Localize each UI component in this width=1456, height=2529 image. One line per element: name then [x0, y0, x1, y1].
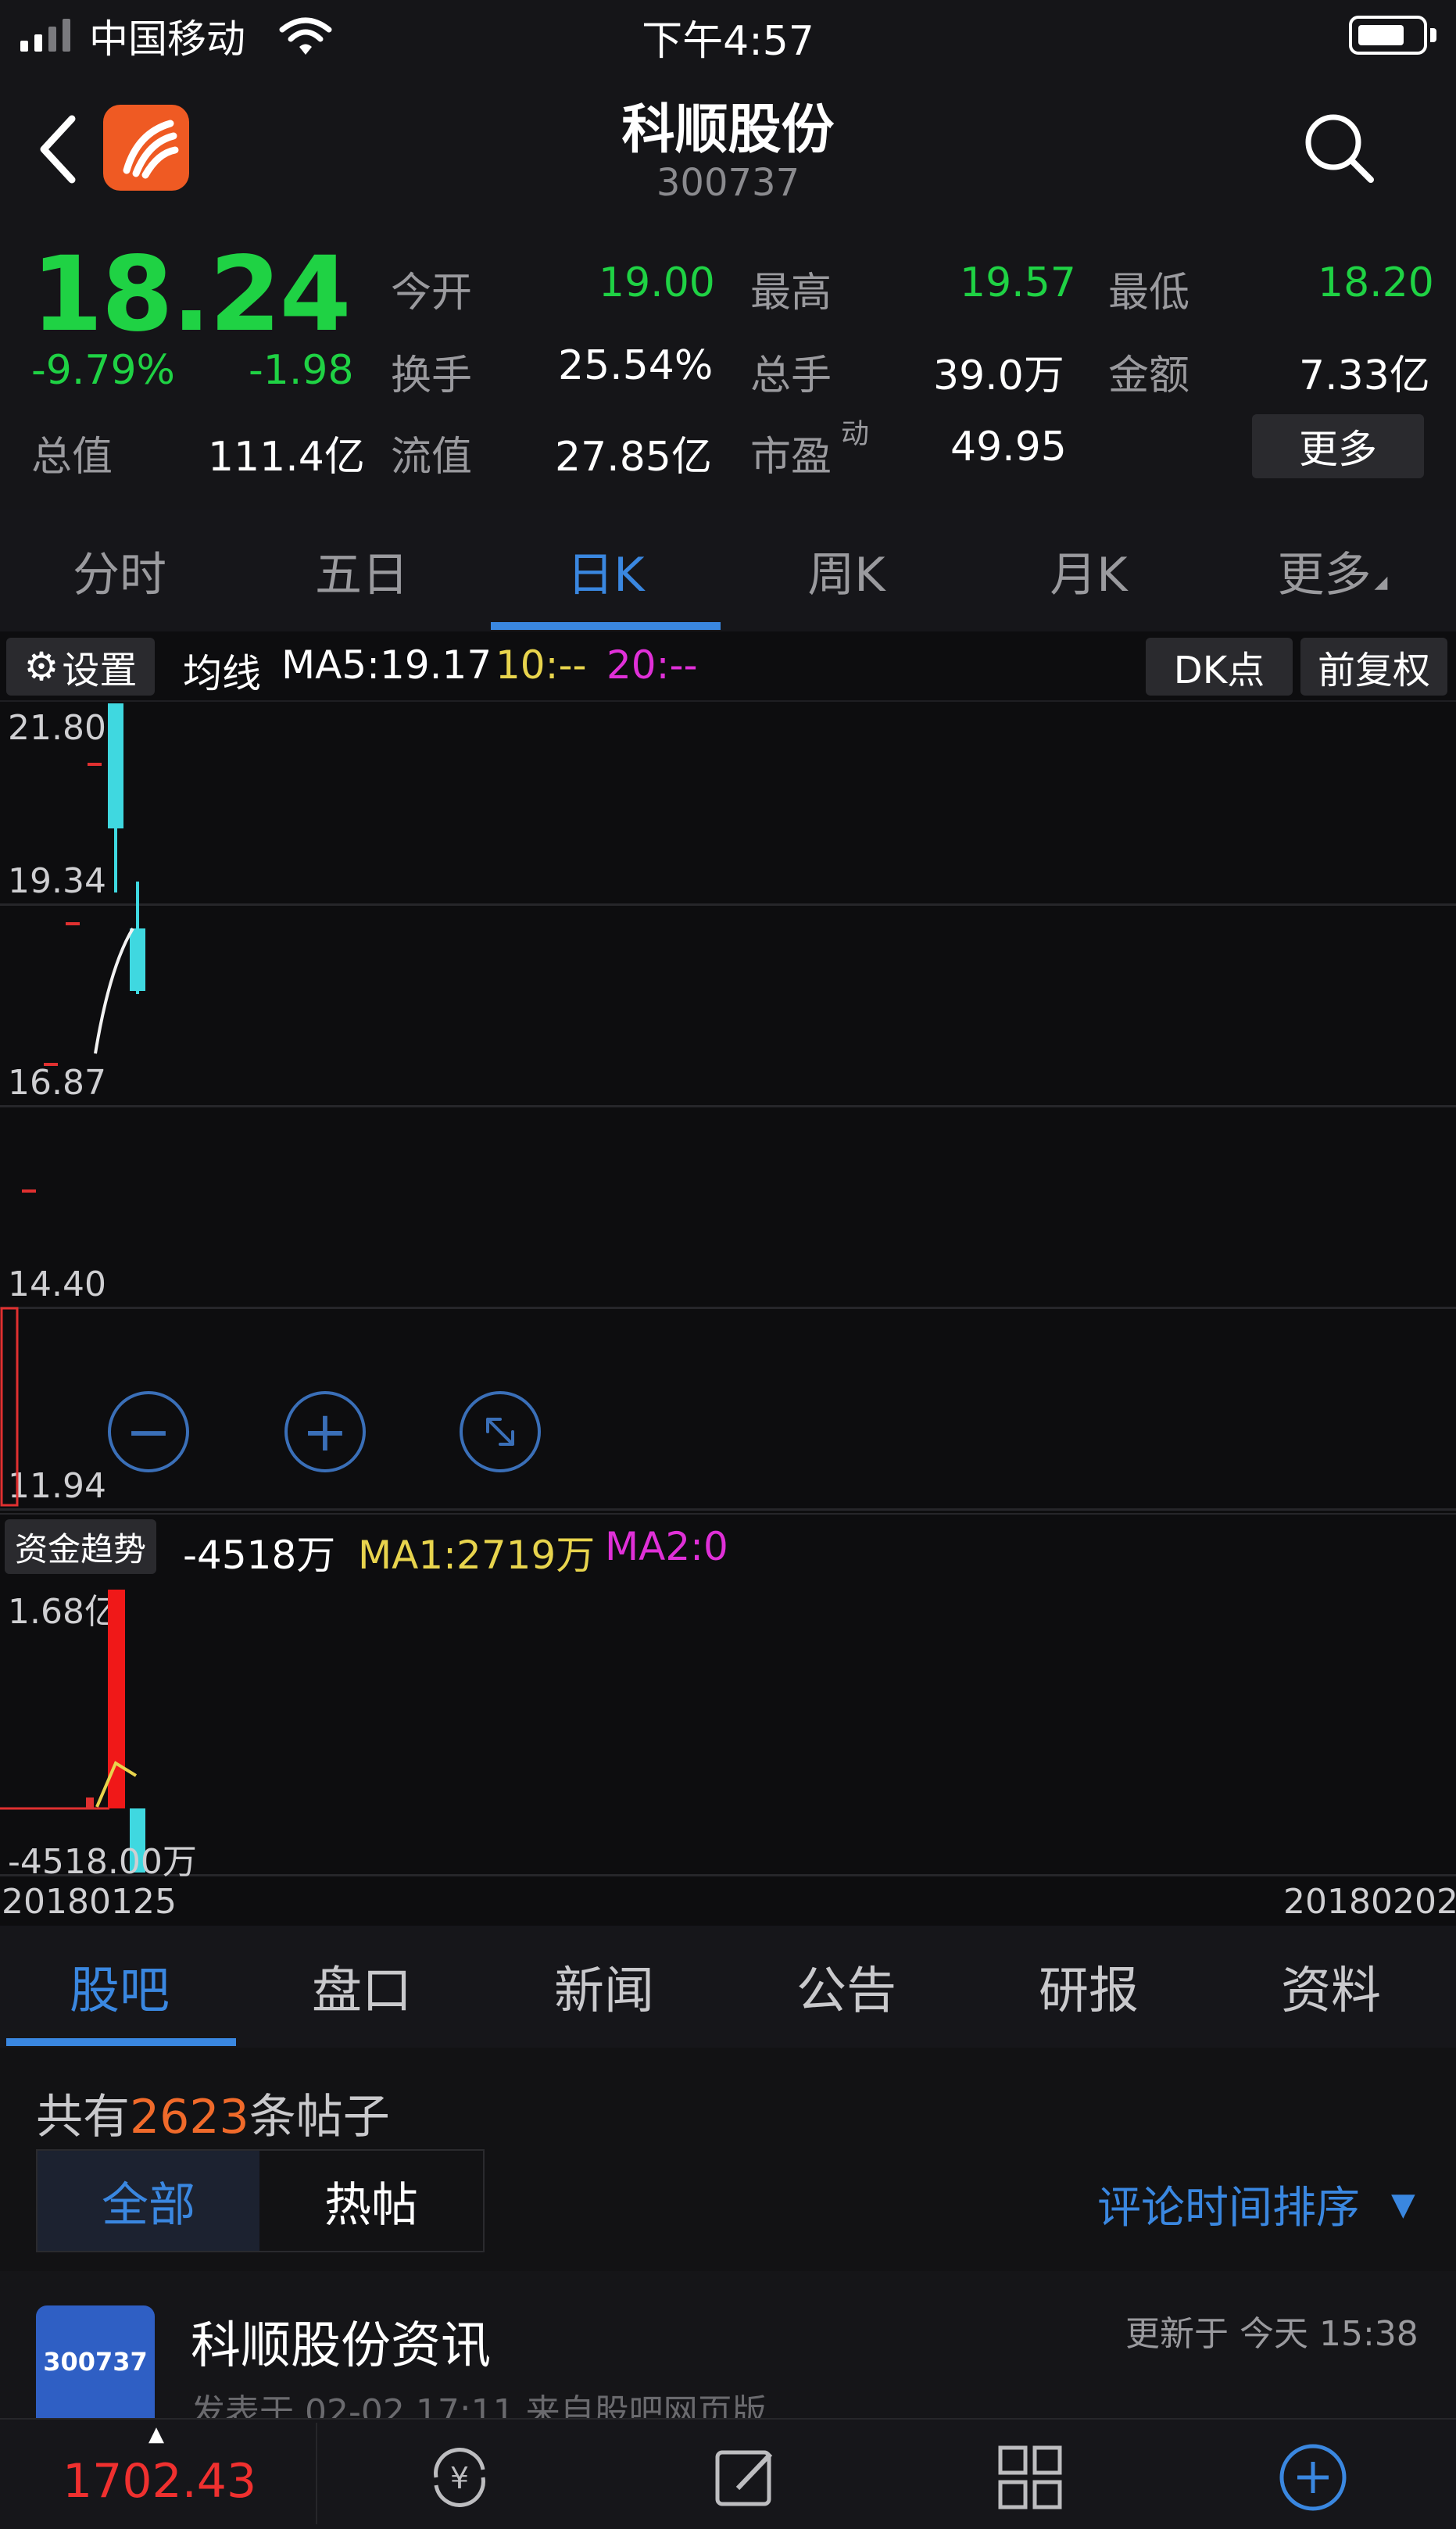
post-stock-logo: 300737 — [36, 2305, 155, 2418]
minus-icon: − — [125, 1400, 172, 1464]
current-price: 18.24 — [31, 234, 352, 355]
trade-icon[interactable]: ¥ — [420, 2438, 499, 2516]
filter-all[interactable]: 全部 — [38, 2151, 259, 2251]
fullscreen-button[interactable] — [460, 1391, 541, 1472]
float-label: 流值 — [391, 434, 473, 481]
post-count-prefix: 共有 — [36, 2090, 130, 2144]
turnover-value: 25.54% — [558, 342, 714, 389]
battery-icon — [1349, 16, 1427, 55]
zoom-in-button[interactable]: + — [284, 1391, 366, 1472]
tab-daily-k[interactable]: 日K — [491, 510, 721, 631]
post-update-time: 更新于 今天 15:38 — [1125, 2314, 1418, 2354]
volume-label: 总手 — [750, 352, 832, 399]
chart-period-tabs: 分时 五日 日K 周K 月K 更多 ◢ — [0, 510, 1456, 631]
nav-divider — [316, 2423, 317, 2524]
fund-ma2: MA2:0 — [605, 1524, 728, 1569]
post-count: 共有2623条帖子 — [36, 2079, 390, 2147]
gear-icon: ⚙ — [23, 644, 59, 689]
tab-forum[interactable]: 股吧 — [0, 1926, 239, 2048]
stock-name: 科顺股份 — [621, 99, 835, 161]
more-quote-button[interactable]: 更多 — [1252, 414, 1424, 478]
volume-value: 39.0万 — [933, 352, 1064, 399]
selection-marker — [0, 1307, 19, 1507]
settings-label: 设置 — [62, 649, 138, 692]
tab-profile[interactable]: 资料 — [1211, 1926, 1451, 2048]
fund-ma1: MA1:2719万 — [358, 1533, 596, 1578]
mktcap-value: 111.4亿 — [208, 434, 365, 481]
fund-bar — [86, 1797, 94, 1808]
post-count-suffix: 条帖子 — [249, 2090, 390, 2144]
post-filter-segment: 全部 热帖 — [36, 2149, 485, 2252]
high-label: 最高 — [750, 270, 832, 317]
ma20-value: 20:-- — [606, 642, 698, 688]
amount-label: 金额 — [1108, 352, 1190, 399]
high-value: 19.57 — [960, 259, 1076, 306]
fund-bars — [0, 1590, 145, 1873]
adjust-mode-button[interactable]: 前复权 — [1300, 638, 1447, 696]
turnover-label: 换手 — [391, 352, 473, 399]
battery-tip — [1430, 28, 1436, 42]
tab-more-label: 更多 — [1277, 547, 1372, 603]
change-percent: -9.79% — [31, 347, 175, 394]
amount-value: 7.33亿 — [1299, 352, 1430, 399]
low-value: 18.20 — [1318, 259, 1434, 306]
compose-icon[interactable] — [707, 2438, 785, 2516]
fund-bottom-label: -4518.00万 — [8, 1842, 197, 1882]
tab-intraday[interactable]: 分时 — [0, 510, 239, 631]
post-title: 科顺股份资讯 — [191, 2317, 491, 2375]
expand-icon — [486, 1418, 514, 1446]
info-tabs: 股吧 盘口 新闻 公告 研报 资料 — [0, 1926, 1456, 2048]
tab-five-day[interactable]: 五日 — [242, 510, 481, 631]
ma5-value: MA5:19.17 — [281, 642, 492, 688]
tab-more[interactable]: 更多 ◢ — [1219, 510, 1446, 631]
float-value: 27.85亿 — [555, 434, 712, 481]
index-value[interactable]: 1702.43 — [63, 2454, 256, 2509]
tab-weekly-k[interactable]: 周K — [727, 510, 966, 631]
zoom-out-button[interactable]: − — [108, 1391, 189, 1472]
pe-value: 49.95 — [950, 424, 1067, 470]
corner-triangle-icon: ◢ — [1374, 572, 1388, 592]
ma5-line — [94, 927, 134, 1054]
sort-dropdown[interactable]: 评论时间排序 ▼ — [1097, 2173, 1415, 2236]
change-amount: -1.98 — [249, 347, 354, 394]
settings-button[interactable]: ⚙ 设置 — [6, 638, 155, 696]
tab-monthly-k[interactable]: 月K — [969, 510, 1208, 631]
dk-point-button[interactable]: DK点 — [1146, 638, 1293, 696]
fund-value: -4518万 — [183, 1533, 336, 1578]
pe-label: 市盈 — [750, 434, 832, 481]
grid-menu-icon[interactable] — [991, 2438, 1069, 2516]
plus-icon: + — [302, 1400, 349, 1464]
low-label: 最低 — [1108, 270, 1190, 317]
sort-label: 评论时间排序 — [1097, 2183, 1360, 2234]
stock-code: 300737 — [656, 161, 800, 205]
open-label: 今开 — [391, 270, 473, 317]
add-watchlist-icon[interactable] — [1274, 2438, 1352, 2516]
mktcap-label: 总值 — [31, 434, 113, 481]
tab-order-book[interactable]: 盘口 — [242, 1926, 481, 2048]
filter-hot[interactable]: 热帖 — [259, 2151, 483, 2251]
svg-text:¥: ¥ — [450, 2461, 469, 2495]
start-date: 20180125 — [2, 1882, 177, 1922]
pe-superscript: 动 — [841, 418, 870, 450]
caret-up-icon: ▲ — [148, 2423, 164, 2446]
fund-trend-button[interactable]: 资金趋势 — [5, 1519, 156, 1574]
end-date: 20180202 — [1283, 1882, 1456, 1922]
triangle-down-icon: ▼ — [1391, 2186, 1415, 2223]
tab-announcements[interactable]: 公告 — [727, 1926, 966, 2048]
active-tab-indicator — [491, 622, 721, 630]
status-time: 下午4:57 — [642, 18, 814, 65]
candle-body — [108, 703, 123, 828]
info-tab-indicator — [6, 2038, 236, 2046]
ma-label: 均线 — [183, 651, 261, 696]
tab-news[interactable]: 新闻 — [485, 1926, 724, 2048]
tab-research[interactable]: 研报 — [969, 1926, 1208, 2048]
ma10-value: 10:-- — [495, 642, 587, 688]
candlestick-plot — [0, 703, 145, 1507]
post-count-number: 2623 — [130, 2090, 249, 2144]
open-value: 19.00 — [599, 259, 715, 306]
search-icon[interactable] — [1302, 111, 1377, 186]
candle-body — [130, 928, 145, 991]
